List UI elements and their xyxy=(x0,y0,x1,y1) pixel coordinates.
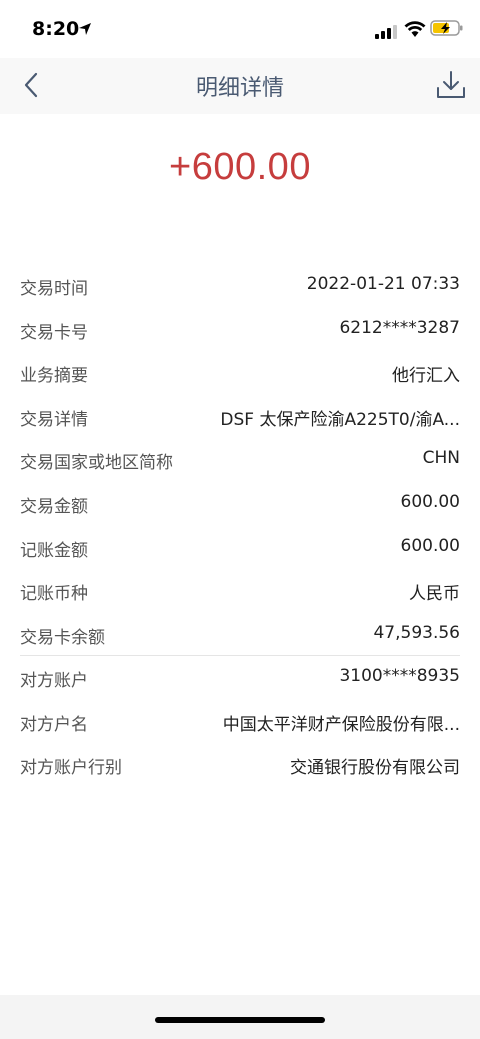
detail-label: 交易国家或地区简称 xyxy=(20,453,173,474)
detail-value: 中国太平洋财产保险股份有限... xyxy=(222,714,460,735)
detail-row-currency: 记账币种 人民币 xyxy=(0,569,480,613)
counterparty-details: 对方账户 3100****8935 对方户名 中国太平洋财产保险股份有限... … xyxy=(0,656,480,787)
detail-value: 600.00 xyxy=(400,491,460,512)
detail-value: 人民币 xyxy=(409,584,460,605)
detail-row-description[interactable]: 交易详情 DSF 太保产险渝A225T0/渝A... xyxy=(0,395,480,439)
detail-value: 他行汇入 xyxy=(392,366,460,387)
detail-row-booked-amount: 记账金额 600.00 xyxy=(0,526,480,570)
detail-value: DSF 太保产险渝A225T0/渝A... xyxy=(220,409,460,430)
detail-value: 2022-01-21 07:33 xyxy=(306,274,460,294)
nav-bar: 明细详情 xyxy=(0,58,480,114)
battery-charging-icon xyxy=(430,19,464,41)
detail-row-counterparty-account: 对方账户 3100****8935 xyxy=(0,656,480,700)
signal-icon xyxy=(375,24,399,43)
detail-value: 3100****8935 xyxy=(339,666,460,686)
detail-label: 交易卡余额 xyxy=(20,627,105,648)
detail-row-counterparty-name[interactable]: 对方户名 中国太平洋财产保险股份有限... xyxy=(0,700,480,744)
transaction-amount: +600.00 xyxy=(169,146,311,188)
detail-label: 记账金额 xyxy=(20,540,88,561)
detail-value: 47,593.56 xyxy=(373,622,460,643)
detail-value: CHN xyxy=(422,448,460,469)
detail-row-summary: 业务摘要 他行汇入 xyxy=(0,351,480,395)
detail-label: 交易金额 xyxy=(20,496,88,517)
transaction-details: 交易时间 2022-01-21 07:33 交易卡号 6212****3287 … xyxy=(0,264,480,656)
wifi-icon xyxy=(404,20,426,42)
detail-label: 对方账户行别 xyxy=(20,758,122,779)
detail-label: 记账币种 xyxy=(20,584,88,605)
detail-row-counterparty-bank: 对方账户行别 交通银行股份有限公司 xyxy=(0,743,480,787)
detail-label: 交易卡号 xyxy=(20,322,88,343)
detail-label: 业务摘要 xyxy=(20,366,88,387)
detail-row-balance: 交易卡余额 47,593.56 xyxy=(0,613,480,657)
detail-value: 6212****3287 xyxy=(339,317,460,338)
bottom-bar xyxy=(0,995,480,1039)
detail-label: 对方账户 xyxy=(20,671,88,691)
status-bar: 8:20 xyxy=(0,0,480,58)
detail-row-time: 交易时间 2022-01-21 07:33 xyxy=(0,264,480,308)
home-indicator[interactable] xyxy=(155,1017,325,1023)
detail-value: 交通银行股份有限公司 xyxy=(290,758,460,779)
detail-value: 600.00 xyxy=(400,535,460,556)
detail-label: 对方户名 xyxy=(20,714,88,735)
status-time: 8:20 xyxy=(32,18,80,40)
detail-label: 交易详情 xyxy=(20,409,88,430)
location-arrow-icon xyxy=(78,21,92,40)
download-button[interactable] xyxy=(434,68,468,102)
detail-row-country: 交易国家或地区简称 CHN xyxy=(0,438,480,482)
page-title: 明细详情 xyxy=(195,76,284,101)
detail-label: 交易时间 xyxy=(20,279,88,299)
detail-row-card-number: 交易卡号 6212****3287 xyxy=(0,308,480,352)
detail-row-transaction-amount: 交易金额 600.00 xyxy=(0,482,480,526)
download-icon xyxy=(437,71,465,98)
